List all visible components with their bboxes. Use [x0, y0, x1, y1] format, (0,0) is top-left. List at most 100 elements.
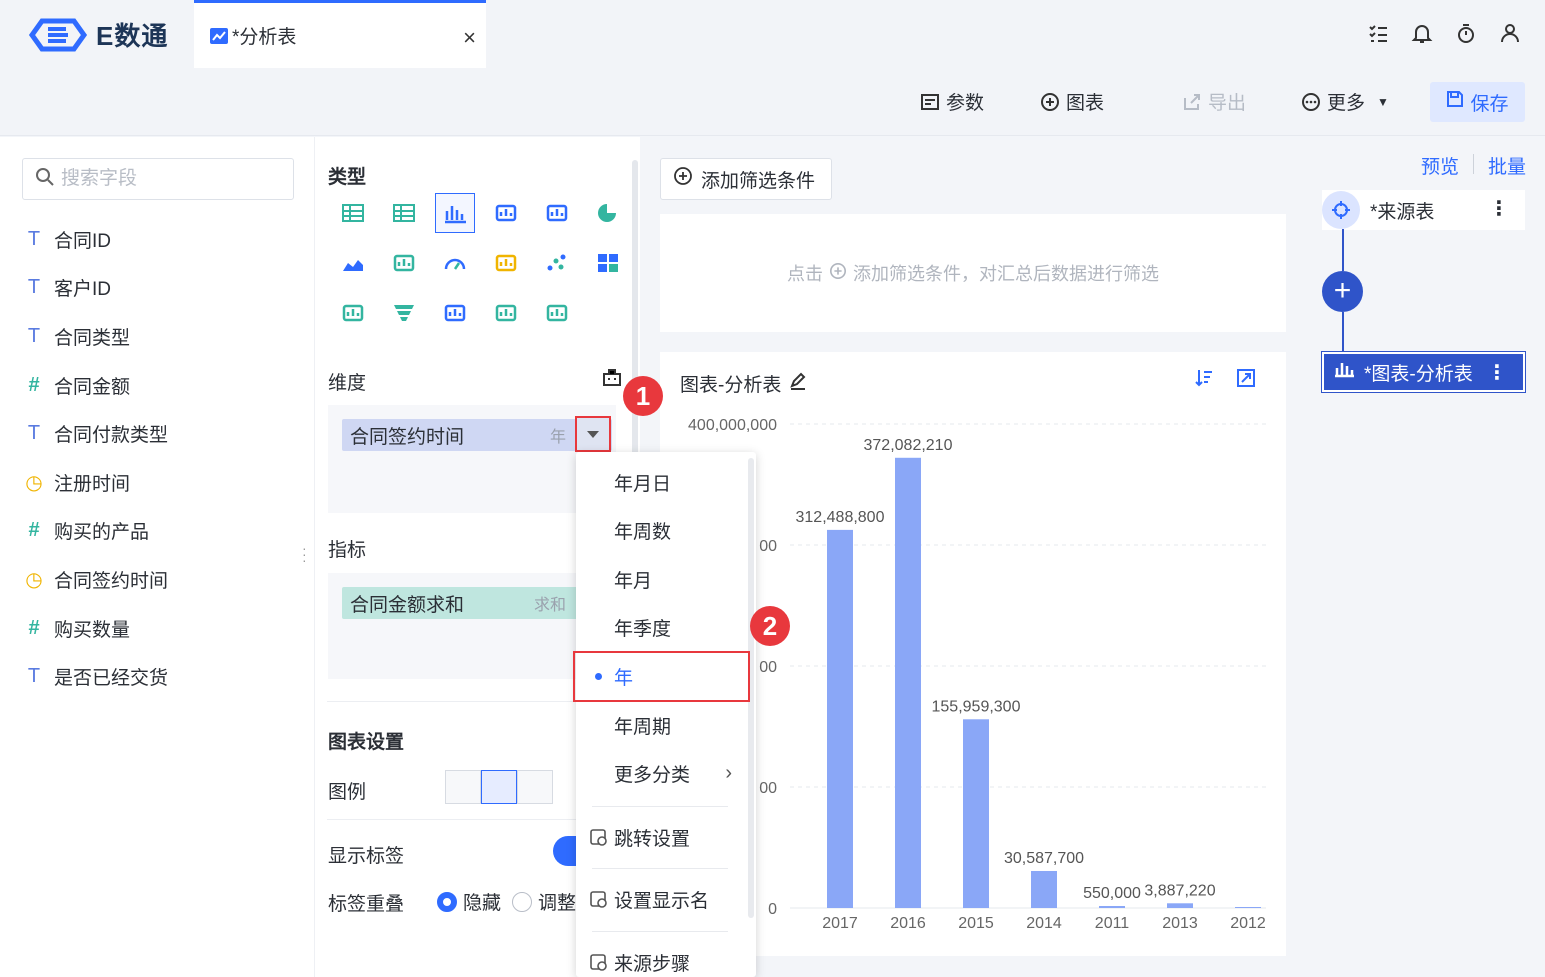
measure-pill[interactable]: 合同金额求和 求和 — [342, 587, 612, 619]
menu-item-label: 年季度 — [614, 618, 672, 640]
fullscreen-icon[interactable] — [1236, 368, 1256, 388]
number-type-icon: # — [28, 373, 40, 396]
radar-type-option[interactable] — [333, 293, 373, 333]
text-type-icon: T — [27, 227, 41, 250]
field-item[interactable]: # 合同金额 — [22, 361, 168, 410]
bar[interactable] — [1167, 903, 1193, 908]
field-item[interactable]: T 合同类型 — [22, 312, 168, 361]
add-chart-button[interactable]: 图表 — [1040, 88, 1104, 115]
legend-option-right[interactable] — [481, 770, 517, 804]
dimension-pill[interactable]: 合同签约时间 年 — [342, 419, 612, 451]
funnel-type-option[interactable] — [384, 293, 424, 333]
edit-icon[interactable] — [789, 372, 807, 396]
area-chart-type-option[interactable] — [333, 243, 373, 283]
menu-divider — [592, 806, 728, 807]
menu-item[interactable]: 年月 — [576, 559, 746, 599]
dimension-dropzone[interactable]: 合同签约时间 年 — [328, 405, 616, 513]
legend-option-left[interactable] — [517, 770, 553, 804]
menu-item[interactable]: 年周期 — [576, 705, 746, 745]
separator — [1473, 154, 1475, 174]
dimension-dropdown-trigger[interactable] — [575, 416, 611, 452]
bar[interactable] — [1099, 906, 1125, 908]
batch-link[interactable]: 批量 — [1488, 152, 1526, 179]
overlap-hide-radio[interactable]: 隐藏 — [437, 888, 501, 915]
field-item[interactable]: # 购买的产品 — [22, 507, 168, 556]
menu-action[interactable]: 设置显示名 — [576, 879, 746, 919]
app-logo[interactable]: E数通 — [28, 16, 168, 53]
date-granularity-menu: 年月日 年周数 年月 年季度年年周期 更多分类 › 跳转设置 设置显示名 来源步骤 — [576, 452, 756, 977]
bell-icon[interactable] — [1411, 22, 1433, 44]
task-list-icon[interactable] — [1367, 22, 1389, 44]
field-item[interactable]: T 客户ID — [22, 264, 168, 313]
timer-icon[interactable] — [1455, 22, 1477, 44]
kpi-number-type-option[interactable] — [435, 293, 475, 333]
field-item[interactable]: ◷ 合同签约时间 — [22, 555, 168, 604]
map-type-option[interactable] — [384, 243, 424, 283]
heatmap-type-option[interactable] — [537, 293, 577, 333]
data-label: 3,887,220 — [1144, 882, 1215, 899]
text-type-icon: T — [27, 324, 41, 347]
menu-action[interactable]: 来源步骤 — [576, 942, 746, 977]
pie-chart-type-option[interactable] — [588, 193, 628, 233]
selection-highlight — [573, 651, 750, 702]
legend-option-none[interactable] — [445, 770, 481, 804]
stacked-bar-type-option[interactable] — [486, 243, 526, 283]
bar-chart-type-option[interactable] — [435, 193, 475, 233]
more-label: 更多 — [1327, 93, 1366, 114]
bar[interactable] — [895, 457, 921, 908]
horizontal-bar-type-option[interactable] — [486, 193, 526, 233]
legend-label: 图例 — [328, 782, 367, 803]
filter-area[interactable]: 点击 添加筛选条件，对汇总后数据进行筛选 — [660, 214, 1286, 332]
field-item[interactable]: ◷ 注册时间 — [22, 458, 168, 507]
add-filter-button[interactable]: 添加筛选条件 — [660, 158, 832, 200]
menu-item[interactable]: 年季度 — [576, 607, 746, 647]
sort-icon[interactable] — [1194, 368, 1214, 388]
bar[interactable] — [1031, 870, 1057, 908]
top-bar: E数通 *分析表 × — [0, 0, 1545, 68]
overlap-adjust-radio[interactable]: 调整 — [512, 888, 576, 915]
caret-down-icon: ▼ — [1377, 94, 1389, 109]
field-item[interactable]: T 合同ID — [22, 215, 168, 264]
field-item[interactable]: T 合同付款类型 — [22, 409, 168, 458]
chart-node[interactable]: *图表-分析表 ⋮ — [1321, 351, 1526, 393]
save-button[interactable]: 保存 — [1430, 82, 1525, 122]
bar[interactable] — [827, 529, 853, 908]
save-label: 保存 — [1470, 93, 1509, 115]
menu-item[interactable]: 年月日 — [576, 462, 746, 502]
search-input[interactable] — [61, 168, 281, 190]
more-button[interactable]: 更多 ▼ — [1301, 88, 1389, 115]
kebab-icon[interactable]: ⋮ — [1487, 360, 1507, 385]
scatter-type-option[interactable] — [537, 243, 577, 283]
field-list: T 合同ID T 客户ID T 合同类型 # 合同金额 T 合同付款类型 ◷ 注册时间 # 购买的产品 ◷ 合… — [22, 215, 168, 701]
menu-action[interactable]: 跳转设置 — [576, 817, 746, 857]
gauge-type-option[interactable] — [435, 243, 475, 283]
hierarchy-icon[interactable] — [601, 368, 623, 393]
data-label: 155,959,300 — [932, 698, 1021, 715]
source-node[interactable]: *来源表 ⋮ — [1322, 190, 1525, 230]
resize-handle[interactable]: · · · — [302, 541, 307, 567]
tab-analysis[interactable]: *分析表 × — [194, 0, 486, 68]
bar[interactable] — [1235, 907, 1261, 908]
detail-table-type-option[interactable] — [384, 193, 424, 233]
combo-chart-type-option[interactable] — [537, 193, 577, 233]
save-icon — [1446, 90, 1464, 114]
kebab-icon[interactable]: ⋮ — [1489, 196, 1509, 221]
search-box — [22, 158, 294, 200]
toolbar: 参数 图表 导出 更多 ▼ — [0, 68, 1545, 136]
menu-item[interactable]: 年周数 — [576, 510, 746, 550]
export-button[interactable]: 导出 — [1182, 88, 1246, 115]
field-item[interactable]: T 是否已经交货 — [22, 652, 168, 701]
type-title: 类型 — [328, 167, 367, 188]
add-step-button[interactable]: + — [1322, 271, 1363, 312]
close-icon[interactable]: × — [463, 25, 476, 51]
menu-item[interactable]: 更多分类 › — [576, 753, 746, 793]
user-icon[interactable] — [1499, 22, 1521, 44]
params-button[interactable]: 参数 — [920, 88, 984, 115]
field-name: 购买的产品 — [54, 522, 150, 544]
field-item[interactable]: # 购买数量 — [22, 604, 168, 653]
treemap-type-option[interactable] — [588, 243, 628, 283]
cross-table-type-option[interactable] — [333, 193, 373, 233]
bar[interactable] — [963, 719, 989, 908]
preview-link[interactable]: 预览 — [1421, 152, 1459, 179]
word-cloud-type-option[interactable] — [486, 293, 526, 333]
